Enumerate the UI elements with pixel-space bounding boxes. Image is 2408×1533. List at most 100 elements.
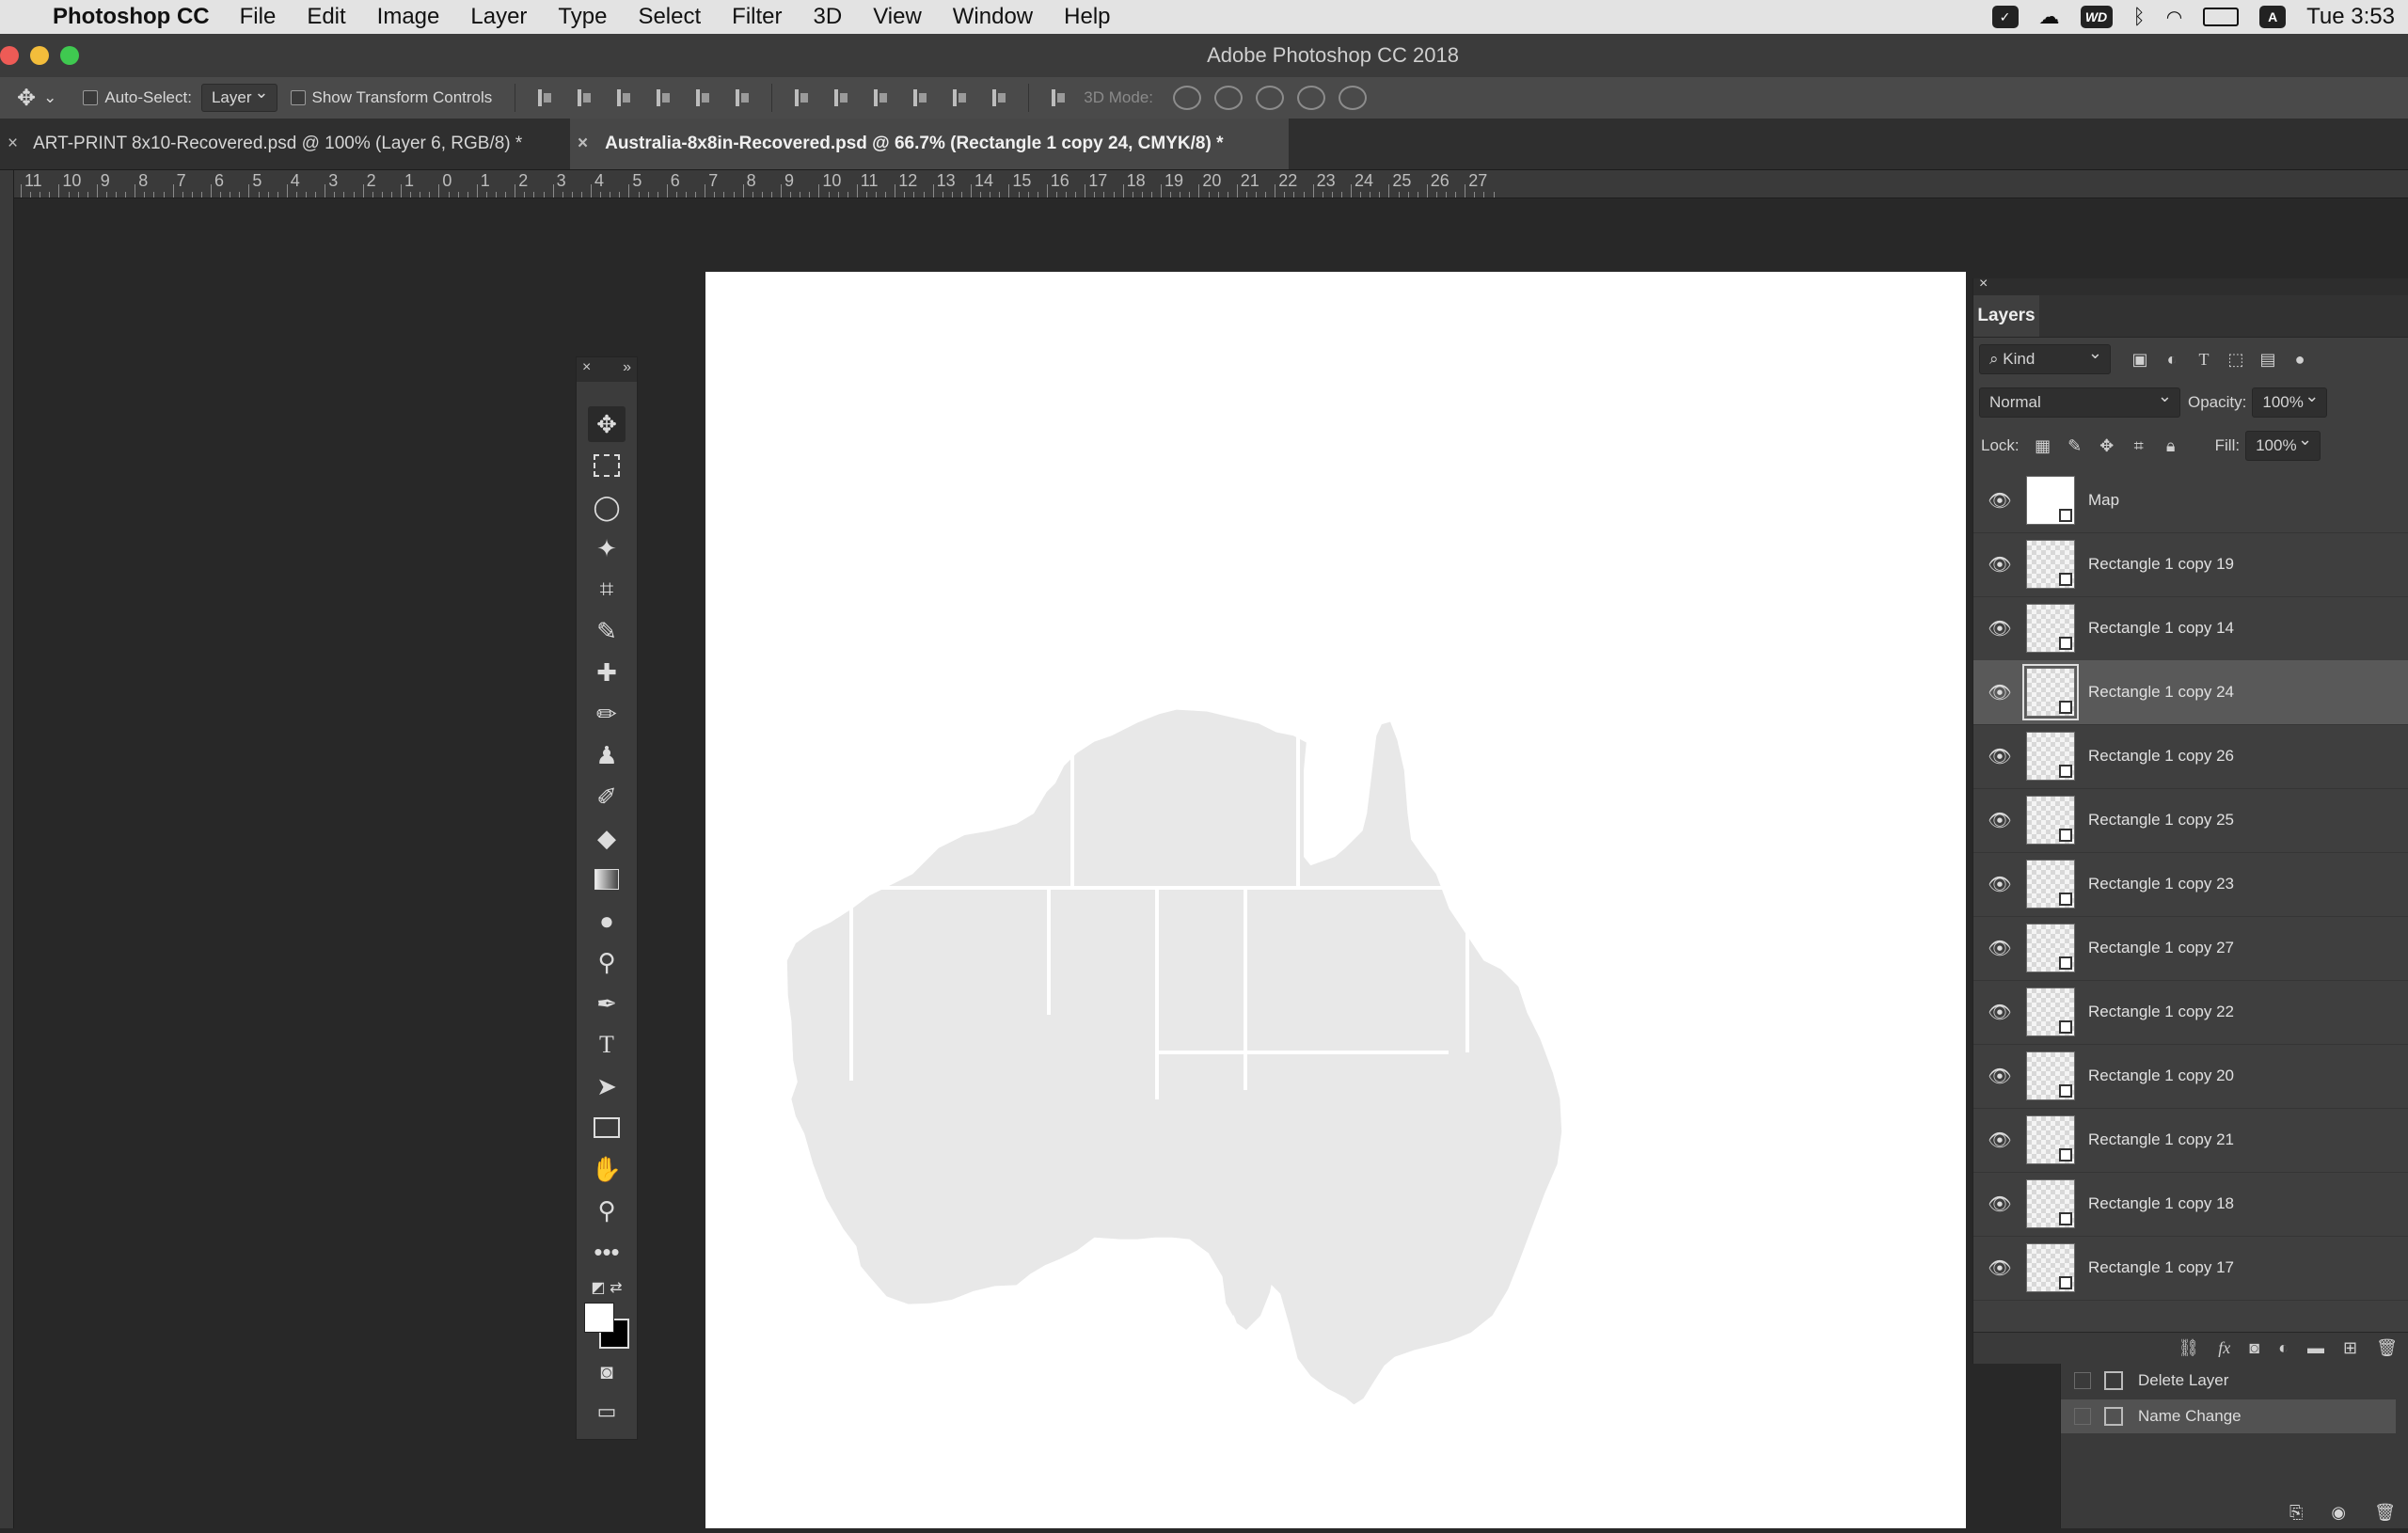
menu-layer[interactable]: Layer <box>470 4 527 30</box>
menu-view[interactable]: View <box>873 4 922 30</box>
3d-pan-icon[interactable] <box>1256 86 1284 110</box>
distribute-top-icon[interactable] <box>793 87 810 108</box>
align-horizontal-center-icon[interactable] <box>694 87 711 108</box>
dodge-tool-icon[interactable]: ⚲ <box>588 944 626 980</box>
3d-roll-icon[interactable] <box>1214 86 1243 110</box>
screen-mode-icon[interactable]: ▭ <box>588 1394 626 1430</box>
layer-thumbnail[interactable] <box>2026 540 2075 589</box>
layer-name[interactable]: Rectangle 1 copy 14 <box>2088 619 2234 638</box>
lasso-tool-icon[interactable]: ◯ <box>588 489 626 525</box>
layer-row[interactable]: 👁︎ Rectangle 1 copy 26 <box>1973 724 2408 789</box>
foreground-color-swatch[interactable] <box>584 1303 614 1333</box>
close-icon[interactable]: × <box>582 359 591 376</box>
layer-name[interactable]: Rectangle 1 copy 26 <box>2088 747 2234 766</box>
collapse-icon[interactable]: » <box>623 359 631 376</box>
auto-select-checkbox[interactable] <box>83 90 99 105</box>
adjustment-layer-icon[interactable]: ◐ <box>2278 1338 2289 1358</box>
visibility-eye-icon[interactable]: 👁︎ <box>1973 937 2026 960</box>
distribute-right-icon[interactable] <box>990 87 1007 108</box>
healing-brush-icon[interactable]: ✚ <box>588 655 626 690</box>
layer-row[interactable]: 👁︎ Rectangle 1 copy 20 <box>1973 1044 2408 1109</box>
layer-name[interactable]: Rectangle 1 copy 21 <box>2088 1130 2234 1149</box>
show-transform-checkbox[interactable] <box>290 90 306 105</box>
add-mask-icon[interactable]: ◙ <box>2249 1338 2259 1358</box>
cloud-status-icon[interactable]: ☁ <box>2039 5 2060 29</box>
layer-thumbnail[interactable] <box>2026 1243 2075 1292</box>
layer-thumbnail[interactable] <box>2026 988 2075 1036</box>
chevron-down-icon[interactable]: ⌄ <box>43 88 56 107</box>
auto-align-icon[interactable] <box>1050 87 1067 108</box>
menu-window[interactable]: Window <box>953 4 1033 30</box>
visibility-eye-icon[interactable]: 👁︎ <box>1973 745 2026 768</box>
layer-name[interactable]: Rectangle 1 copy 19 <box>2088 555 2234 574</box>
visibility-eye-icon[interactable]: 👁︎ <box>1973 809 2026 832</box>
menu-clock[interactable]: Tue 3:53 <box>2306 4 2395 30</box>
pen-tool-icon[interactable]: ✒ <box>588 986 626 1021</box>
align-left-icon[interactable] <box>655 87 672 108</box>
visibility-eye-icon[interactable]: 👁︎ <box>1973 489 2026 513</box>
visibility-eye-icon[interactable]: 👁︎ <box>1973 1129 2026 1152</box>
align-vertical-center-icon[interactable] <box>576 87 593 108</box>
layer-row[interactable]: 👁︎ Rectangle 1 copy 19 <box>1973 532 2408 597</box>
layer-name[interactable]: Rectangle 1 copy 17 <box>2088 1258 2234 1277</box>
3d-orbit-icon[interactable] <box>1173 86 1201 110</box>
layer-thumbnail[interactable] <box>2026 924 2075 972</box>
layer-thumbnail[interactable] <box>2026 860 2075 909</box>
close-icon[interactable]: × <box>578 134 588 154</box>
3d-slide-icon[interactable] <box>1297 86 1325 110</box>
new-document-from-state-icon[interactable]: ⎘ <box>2289 1503 2303 1523</box>
tab-art-print[interactable]: × ART-PRINT 8x10-Recovered.psd @ 100% (L… <box>0 119 578 169</box>
menu-select[interactable]: Select <box>638 4 701 30</box>
visibility-eye-icon[interactable]: 👁︎ <box>1973 1001 2026 1024</box>
history-snapshot-checkbox[interactable] <box>2074 1408 2091 1425</box>
history-item[interactable]: Name Change <box>2061 1399 2396 1433</box>
distribute-hcenter-icon[interactable] <box>951 87 968 108</box>
history-item[interactable]: Delete Layer <box>2061 1364 2396 1398</box>
blur-tool-icon[interactable]: ● <box>588 903 626 939</box>
link-layers-icon[interactable]: ⛓ <box>2178 1338 2199 1358</box>
layer-name[interactable]: Map <box>2088 491 2119 510</box>
layer-row[interactable]: 👁︎ Rectangle 1 copy 23 <box>1973 852 2408 917</box>
visibility-eye-icon[interactable]: 👁︎ <box>1973 1256 2026 1280</box>
fx-icon[interactable]: fx <box>2218 1338 2230 1358</box>
layer-name[interactable]: Rectangle 1 copy 25 <box>2088 811 2234 830</box>
gradient-tool-icon[interactable] <box>588 861 626 897</box>
eyedropper-icon[interactable]: ✎ <box>588 613 626 649</box>
close-icon[interactable]: × <box>8 134 18 154</box>
type-tool-icon[interactable]: T <box>588 1027 626 1063</box>
horizontal-ruler[interactable]: 11 10 9 8 7 6 5 4 3 2 1 0 1 2 3 4 5 6 7 8 9 10 11 12 13 14 15 16 17 1… <box>0 170 2408 198</box>
more-tools-icon[interactable]: ••• <box>588 1234 626 1270</box>
align-right-icon[interactable] <box>734 87 751 108</box>
layer-name[interactable]: Rectangle 1 copy 27 <box>2088 939 2234 957</box>
layer-name[interactable]: Rectangle 1 copy 22 <box>2088 1003 2234 1021</box>
new-layer-icon[interactable]: ⊞ <box>2343 1338 2357 1358</box>
align-top-icon[interactable] <box>536 87 553 108</box>
clone-stamp-icon[interactable]: ♟ <box>588 737 626 773</box>
layer-name[interactable]: Rectangle 1 copy 20 <box>2088 1067 2234 1085</box>
input-source-icon[interactable]: A <box>2259 6 2287 28</box>
visibility-eye-icon[interactable]: 👁︎ <box>1973 1193 2026 1216</box>
3d-scale-icon[interactable] <box>1339 86 1367 110</box>
menu-edit[interactable]: Edit <box>307 4 345 30</box>
distribute-center-icon[interactable] <box>832 87 849 108</box>
layer-name[interactable]: Rectangle 1 copy 24 <box>2088 683 2234 702</box>
vertical-ruler[interactable] <box>0 170 14 1528</box>
visibility-eye-icon[interactable]: 👁︎ <box>1973 681 2026 704</box>
layer-row[interactable]: 👁︎ Rectangle 1 copy 22 <box>1973 980 2408 1045</box>
align-bottom-icon[interactable] <box>615 87 632 108</box>
distribute-left-icon[interactable] <box>911 87 928 108</box>
visibility-eye-icon[interactable]: 👁︎ <box>1973 1065 2026 1088</box>
layer-row[interactable]: 👁︎ Rectangle 1 copy 14 <box>1973 596 2408 661</box>
layer-thumbnail[interactable] <box>2026 732 2075 781</box>
brush-tool-icon[interactable]: ✏ <box>588 696 626 732</box>
move-tool-icon[interactable]: ✥ <box>588 406 626 442</box>
layer-thumbnail[interactable] <box>2026 1115 2075 1164</box>
menu-filter[interactable]: Filter <box>732 4 782 30</box>
layer-thumbnail[interactable] <box>2026 1179 2075 1228</box>
checkmark-status-icon[interactable]: ✓ <box>1991 6 2019 28</box>
trash-icon[interactable]: 🗑︎ <box>2376 1338 2398 1358</box>
magic-wand-icon[interactable]: ✦ <box>588 530 626 566</box>
rectangle-tool-icon[interactable] <box>588 1110 626 1146</box>
new-group-icon[interactable]: ▬ <box>2307 1338 2324 1358</box>
menu-file[interactable]: File <box>240 4 277 30</box>
